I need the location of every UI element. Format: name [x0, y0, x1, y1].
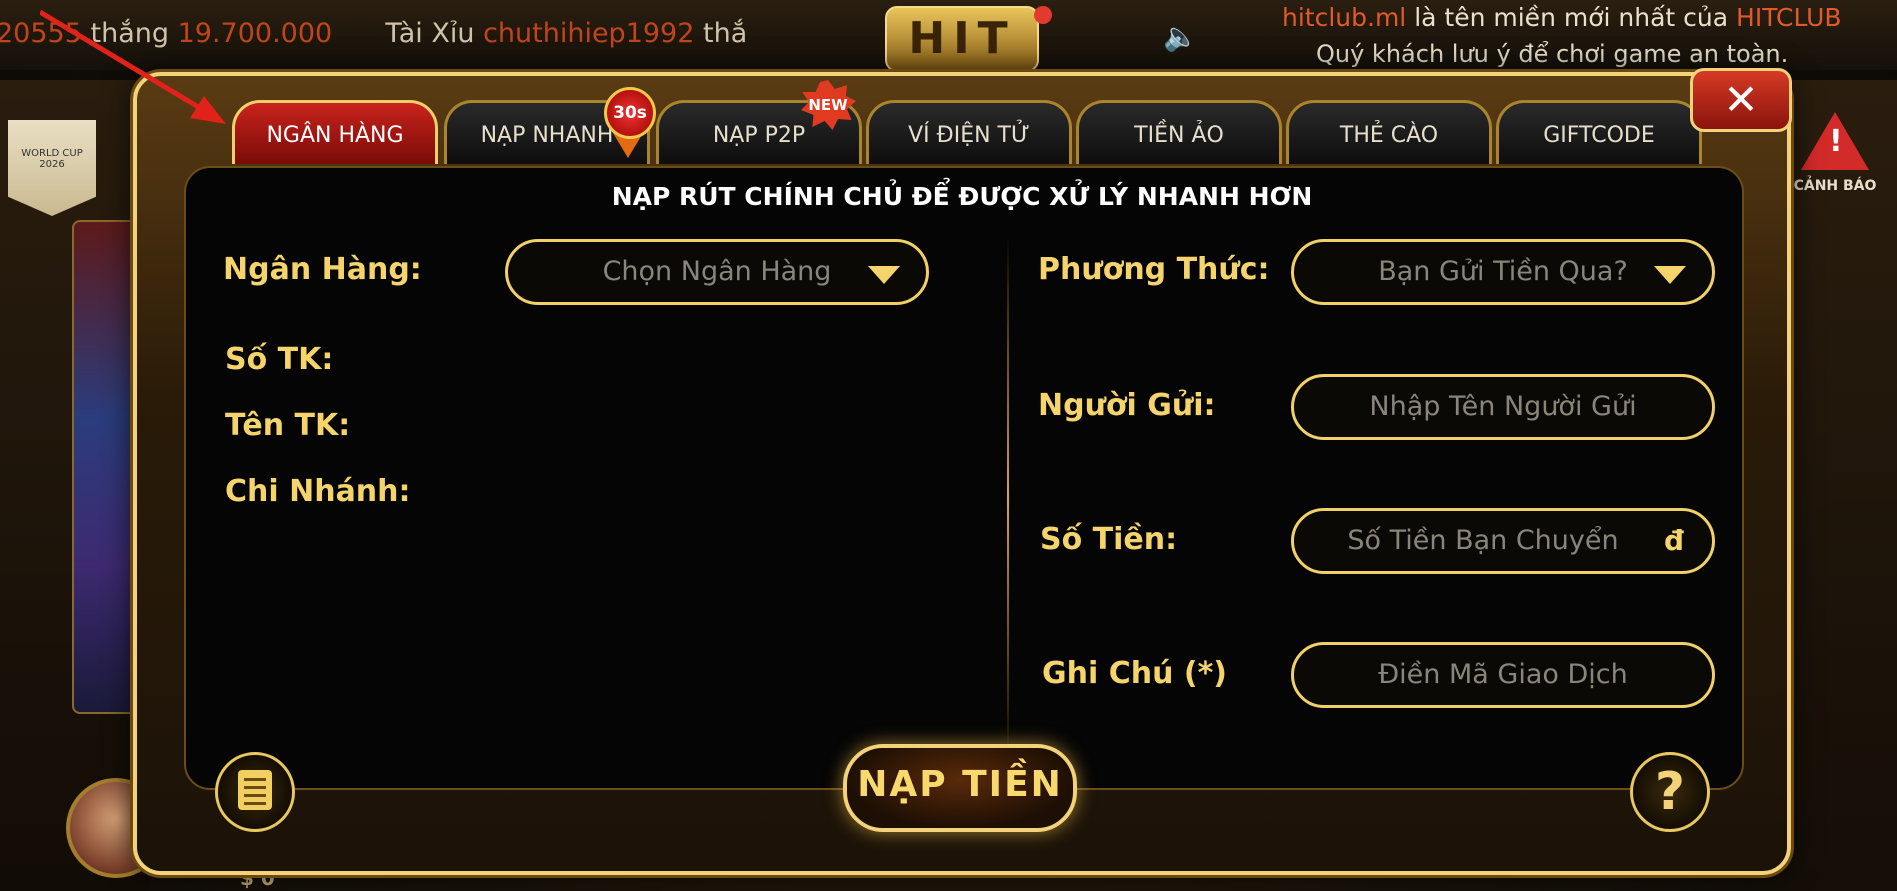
chevron-down-icon [1654, 266, 1686, 284]
ticker-won-word-2: thắ [703, 18, 748, 49]
speaker-icon[interactable]: 🔈 [1163, 20, 1198, 53]
history-button[interactable] [215, 752, 295, 832]
help-button[interactable]: ? [1630, 752, 1710, 832]
domain-notice: hitclub.ml là tên miền mới nhất của HITC… [1282, 3, 1842, 32]
warning-label: CẢNH BÁO [1793, 178, 1877, 194]
currency-symbol: đ [1663, 524, 1684, 557]
tab-ngan-hang[interactable]: NGÂN HÀNG [232, 100, 438, 164]
bank-select-placeholder: Chọn Ngân Hàng [602, 256, 832, 287]
deposit-submit-button[interactable]: NẠP TIỀN [843, 744, 1077, 832]
safety-notice: Quý khách lưu ý để chơi game an toàn. [1316, 40, 1789, 68]
method-label: Phương Thức: [1038, 252, 1270, 287]
transaction-code-input[interactable]: Điền Mã Giao Dịch [1291, 642, 1715, 708]
warning-icon: ! [1801, 112, 1869, 170]
account-name-label: Tên TK: [225, 408, 351, 443]
sender-name-placeholder: Nhập Tên Người Gửi [1369, 391, 1637, 422]
notice-domain: hitclub.ml [1282, 3, 1407, 32]
bank-label: Ngân Hàng: [223, 252, 422, 287]
red-arrow-annotation [40, 9, 226, 124]
warning-button[interactable]: ! CẢNH BÁO [1790, 112, 1880, 202]
sender-name-input[interactable]: Nhập Tên Người Gửi [1291, 374, 1715, 440]
amount-placeholder: Số Tiền Bạn Chuyển [1347, 525, 1619, 556]
hit-logo: HIT [885, 6, 1039, 72]
logo-notification-dot [1034, 6, 1052, 24]
chevron-down-icon [868, 266, 900, 284]
note-label: Ghi Chú (*) [1042, 656, 1227, 691]
method-select[interactable]: Bạn Gửi Tiền Qua? [1291, 239, 1715, 305]
sender-label: Người Gửi: [1038, 388, 1216, 423]
close-button[interactable]: ✕ [1690, 68, 1792, 132]
ticker-player: chuthihiep1992 [483, 18, 695, 49]
transaction-code-placeholder: Điền Mã Giao Dịch [1378, 659, 1628, 690]
branch-label: Chi Nhánh: [225, 474, 411, 509]
amount-label: Số Tiền: [1040, 522, 1178, 557]
amount-input[interactable]: Số Tiền Bạn Chuyển đ [1291, 508, 1715, 574]
tab-tien-ao[interactable]: TIỀN ẢO [1076, 100, 1282, 164]
flag-text: WORLD CUP 2026 [21, 148, 83, 170]
timer-badge: 30s [604, 87, 656, 139]
ticker-game: Tài Xỉu [385, 18, 475, 49]
document-icon [238, 770, 272, 810]
method-select-placeholder: Bạn Gửi Tiền Qua? [1378, 256, 1628, 287]
page-title: NẠP RÚT CHÍNH CHỦ ĐỂ ĐƯỢC XỬ LÝ NHANH HƠ… [611, 182, 1313, 211]
tab-the-cao[interactable]: THẺ CÀO [1286, 100, 1492, 164]
notice-brand: HITCLUB [1736, 3, 1842, 32]
column-divider [1007, 238, 1009, 758]
world-cup-flag: WORLD CUP 2026 [8, 120, 96, 216]
account-number-label: Số TK: [225, 342, 334, 377]
notice-middle: là tên miền mới nhất của [1406, 3, 1737, 32]
tab-vi-dien-tu[interactable]: VÍ ĐIỆN TỬ [866, 100, 1072, 164]
tab-giftcode[interactable]: GIFTCODE [1496, 100, 1702, 164]
bank-select[interactable]: Chọn Ngân Hàng [505, 239, 929, 305]
